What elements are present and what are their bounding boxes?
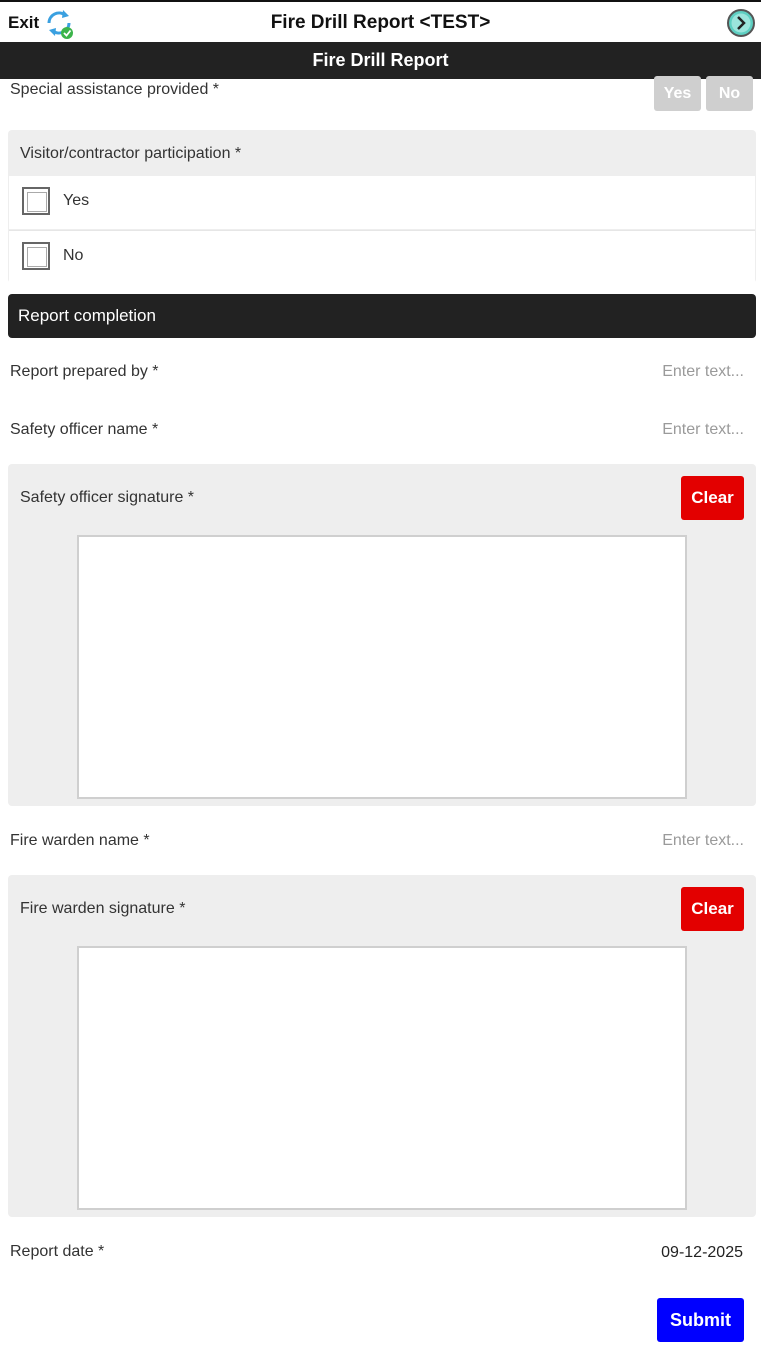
special-assistance-no-button[interactable]: No — [706, 76, 753, 111]
app-title: Fire Drill Report <TEST> — [270, 12, 491, 33]
fire-warden-signature-panel: Fire warden signature * Clear — [8, 875, 756, 1217]
top-bar: Exit Fire Drill Report <TEST> — [0, 0, 761, 42]
report-date-value[interactable]: 09-12-2025 — [661, 1244, 743, 1262]
visitor-yes-checkbox[interactable] — [22, 187, 50, 215]
visitor-participation-panel: Visitor/contractor participation * Yes N… — [8, 130, 756, 283]
form-title-bar: Fire Drill Report — [0, 42, 761, 79]
visitor-yes-label: Yes — [63, 192, 90, 209]
special-assistance-label: Special assistance provided * — [10, 81, 220, 98]
report-date-label: Report date * — [10, 1243, 105, 1260]
safety-officer-signature-panel: Safety officer signature * Clear — [8, 464, 756, 806]
report-completion-header: Report completion — [8, 294, 756, 338]
fire-warden-name-label: Fire warden name * — [10, 832, 150, 849]
safety-officer-name-label: Safety officer name * — [10, 421, 159, 438]
visitor-option-no[interactable]: No — [9, 230, 755, 283]
fire-warden-signature-label: Fire warden signature * — [20, 900, 186, 917]
safety-officer-name-input[interactable] — [444, 415, 744, 445]
visitor-option-yes[interactable]: Yes — [9, 176, 755, 229]
fire-warden-signature-pad[interactable] — [77, 946, 687, 1210]
next-arrow-icon[interactable] — [726, 8, 756, 38]
safety-officer-signature-clear-button[interactable]: Clear — [681, 476, 744, 520]
fire-warden-signature-clear-button[interactable]: Clear — [681, 887, 744, 931]
special-assistance-yes-button[interactable]: Yes — [654, 76, 701, 111]
fire-warden-name-input[interactable] — [444, 826, 744, 856]
safety-officer-signature-pad[interactable] — [77, 535, 687, 799]
report-prepared-by-label: Report prepared by * — [10, 363, 159, 380]
report-prepared-by-input[interactable] — [444, 357, 744, 387]
visitor-no-label: No — [63, 247, 84, 264]
submit-button[interactable]: Submit — [657, 1298, 744, 1342]
visitor-no-checkbox[interactable] — [22, 242, 50, 270]
safety-officer-signature-label: Safety officer signature * — [20, 489, 195, 506]
visitor-participation-label: Visitor/contractor participation * — [20, 145, 242, 162]
